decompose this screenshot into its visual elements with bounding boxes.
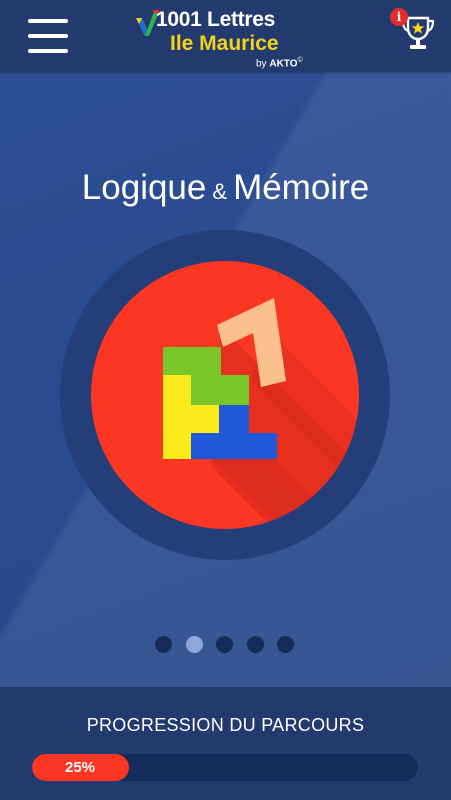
progress-panel: PROGRESSION DU PARCOURS 25%: [0, 687, 451, 800]
pager-dots: [155, 636, 297, 654]
logo-by-brand: AKTO: [269, 58, 298, 70]
app-logo: 1001 Lettres Ile Maurice by AKTO©: [136, 6, 316, 69]
block-puzzle-icon: [163, 298, 359, 529]
logo-byline: by AKTO©: [256, 57, 303, 69]
title-part1: Logique: [81, 168, 207, 207]
progress-label: PROGRESSION DU PARCOURS: [86, 715, 365, 735]
pager-dot-2-active[interactable]: [186, 636, 203, 653]
logo-by-prefix: by: [256, 58, 267, 70]
menu-bar-1: [28, 19, 68, 23]
progress-percentage: 25%: [64, 759, 96, 776]
title-ampersand: &: [212, 179, 228, 204]
game-category-title: Logique & Mémoire: [0, 168, 451, 208]
title-part2: Mémoire: [233, 168, 370, 207]
logo-subtitle: Ile Maurice: [170, 32, 279, 55]
pager-dot-1[interactable]: [155, 636, 172, 653]
logo-copyright: ©: [297, 57, 303, 64]
pager-dot-4[interactable]: [247, 636, 264, 653]
menu-bar-3: [28, 49, 68, 53]
app-screen: 1001 Lettres Ile Maurice by AKTO© i Logi…: [0, 0, 451, 800]
pager-dot-5[interactable]: [277, 636, 294, 653]
category-card-button[interactable]: [91, 261, 359, 529]
menu-button[interactable]: [28, 17, 72, 55]
logo-title: 1001 Lettres: [156, 8, 275, 31]
menu-bar-2: [28, 34, 68, 38]
info-badge[interactable]: i: [390, 8, 408, 26]
top-bar: 1001 Lettres Ile Maurice by AKTO© i: [0, 0, 451, 72]
pager-dot-3[interactable]: [216, 636, 233, 653]
trophy-button[interactable]: i: [390, 8, 438, 56]
progress-bar: 25%: [32, 754, 418, 781]
